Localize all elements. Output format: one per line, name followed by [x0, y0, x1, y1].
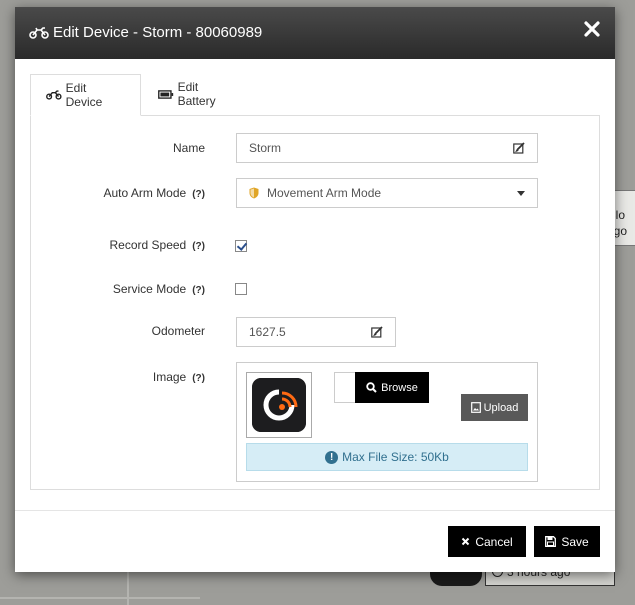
app-logo-icon	[252, 378, 306, 432]
name-label-text: Name	[172, 141, 205, 155]
odometer-label: Odometer	[5, 324, 205, 338]
save-button[interactable]: Save	[534, 526, 600, 557]
edit-device-panel: Name Storm Auto Arm Mode (?) Movement Arm…	[30, 115, 600, 490]
floppy-disk-icon	[545, 536, 557, 547]
tab-label: Edit Device	[65, 81, 103, 109]
name-label: Name	[5, 141, 205, 155]
edit-icon	[513, 142, 525, 154]
info-icon: !	[325, 450, 339, 464]
record-speed-checkbox[interactable]	[235, 240, 247, 252]
tab-edit-battery[interactable]: Edit Battery	[143, 74, 253, 114]
footer-divider	[15, 510, 615, 511]
max-file-size-alert: ! Max File Size: 50Kb	[246, 443, 528, 471]
auto-arm-mode-value: Movement Arm Mode	[267, 186, 382, 200]
close-icon[interactable]	[583, 20, 601, 38]
edit-icon	[371, 326, 383, 338]
odometer-input-value: 1627.5	[249, 325, 286, 339]
browse-label: Browse	[381, 381, 418, 394]
odometer-input[interactable]: 1627.5	[236, 317, 396, 347]
shield-icon	[249, 187, 259, 199]
cancel-label: Cancel	[475, 534, 513, 549]
device-image-thumbnail	[246, 372, 312, 438]
upload-label: Upload	[483, 401, 519, 414]
background-line	[0, 597, 200, 599]
browse-button[interactable]: Browse	[355, 372, 429, 403]
tab-edit-device[interactable]: Edit Device	[30, 74, 141, 116]
help-icon[interactable]: (?)	[192, 189, 205, 200]
image-label: Image (?)	[5, 370, 205, 384]
tab-bar: Edit Device Edit Battery	[30, 74, 600, 116]
motorcycle-icon	[29, 26, 49, 39]
odometer-label-text: Odometer	[151, 324, 205, 338]
help-icon[interactable]: (?)	[192, 241, 205, 252]
file-input[interactable]: Browse	[334, 372, 429, 403]
save-label: Save	[561, 534, 589, 549]
motorcycle-icon	[46, 90, 62, 100]
max-file-size-text: Max File Size: 50Kb	[342, 450, 449, 464]
image-upload-box: Browse Upload ! Max File Size: 50Kb	[236, 362, 538, 482]
name-input-value: Storm	[249, 141, 282, 155]
background-line	[127, 572, 129, 605]
service-mode-label: Service Mode (?)	[5, 282, 205, 296]
record-speed-label-text: Record Speed	[109, 238, 187, 252]
edit-device-modal: Edit Device - Storm - 80060989 Edit Devi…	[15, 7, 615, 572]
service-mode-label-text: Service Mode	[112, 282, 187, 296]
cancel-button[interactable]: Cancel	[448, 526, 526, 557]
chevron-down-icon	[517, 190, 525, 196]
battery-icon	[158, 89, 174, 99]
auto-arm-mode-label: Auto Arm Mode (?)	[5, 186, 206, 200]
service-mode-checkbox[interactable]	[235, 283, 247, 295]
upload-button[interactable]: Upload	[461, 394, 528, 421]
auto-arm-mode-label-text: Auto Arm Mode	[103, 186, 187, 200]
help-icon[interactable]: (?)	[192, 285, 205, 296]
modal-title-text: Edit Device - Storm - 80060989	[53, 24, 263, 41]
close-icon	[462, 537, 470, 546]
name-input[interactable]: Storm	[236, 133, 538, 163]
image-file-icon	[470, 402, 481, 413]
help-icon[interactable]: (?)	[192, 373, 205, 384]
modal-title: Edit Device - Storm - 80060989	[29, 24, 262, 41]
modal-header: Edit Device - Storm - 80060989	[15, 7, 615, 59]
image-label-text: Image	[152, 370, 187, 384]
tab-label: Edit Battery	[177, 80, 216, 108]
record-speed-label: Record Speed (?)	[5, 238, 206, 252]
search-icon	[366, 382, 377, 393]
auto-arm-mode-select[interactable]: Movement Arm Mode	[236, 178, 538, 208]
